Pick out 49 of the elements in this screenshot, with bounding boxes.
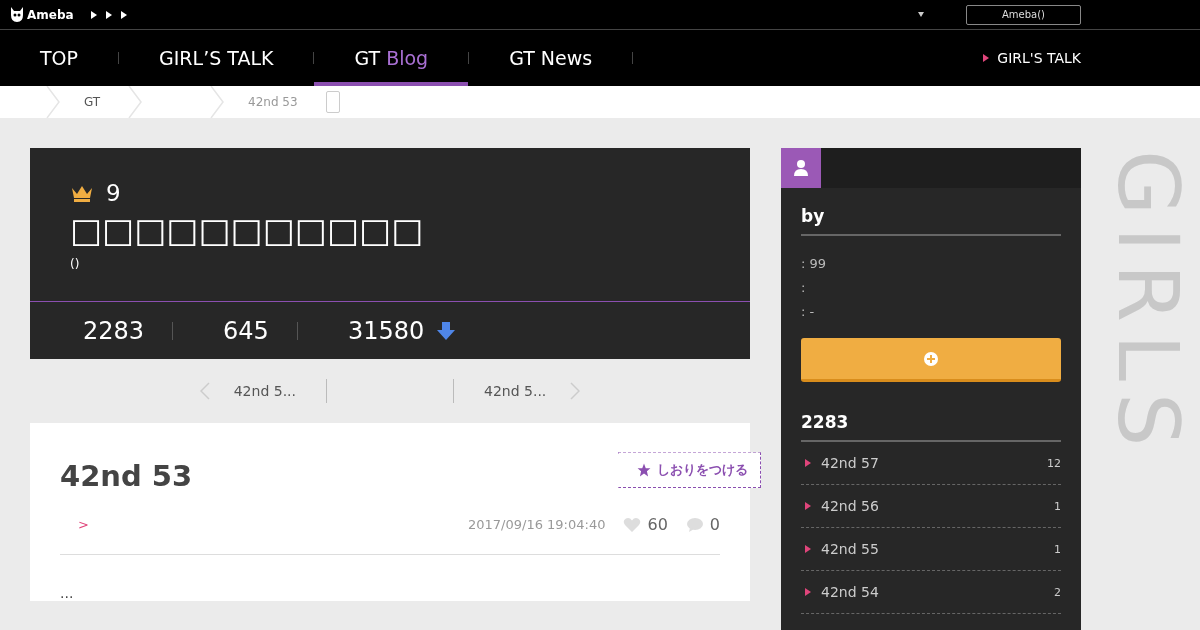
triangle-icon xyxy=(983,54,990,62)
sidebar-heading: by xyxy=(801,206,1061,236)
nav-link[interactable]: GIRL'S TALK xyxy=(997,50,1081,66)
article-title: 42nd 53 xyxy=(60,459,193,494)
next-post-link[interactable]: 42nd 5... xyxy=(454,382,611,401)
chevron-icon xyxy=(46,86,60,118)
article-body: ... xyxy=(60,584,75,602)
like-count: 60 xyxy=(647,515,668,535)
profile-info: : 99 xyxy=(801,255,828,273)
heart-icon xyxy=(623,516,642,533)
stat-count: 2283 xyxy=(83,316,145,345)
entry-link[interactable]: 42nd 56 1 xyxy=(801,485,1061,528)
chevron-left-icon xyxy=(199,382,210,401)
triangle-icon xyxy=(805,545,811,553)
comment-icon xyxy=(685,516,704,533)
triangle-icon xyxy=(805,502,811,510)
entry-link[interactable]: 42nd 54 2 xyxy=(801,571,1061,614)
plus-circle-icon xyxy=(924,351,938,366)
post-date: 2017/09/16 19:04:40 xyxy=(468,517,606,533)
chevron-right-icon xyxy=(570,382,581,401)
breadcrumb-link[interactable]: GT xyxy=(66,95,122,109)
triangle-icon xyxy=(805,459,811,467)
entry-link[interactable]: 42nd 57 12 xyxy=(801,442,1061,485)
bookmark-button[interactable]: しおりをつける xyxy=(618,452,761,489)
dropdown-caret-icon[interactable] xyxy=(918,12,924,17)
logo[interactable]: Ameba xyxy=(10,5,74,24)
nav-tab[interactable]: GIRL’S TALK xyxy=(119,30,314,86)
user-icon xyxy=(781,148,821,188)
down-arrow-icon xyxy=(436,320,457,341)
blog-title: □□□□□□□□□□□ xyxy=(70,212,425,250)
previous-post-link[interactable]: 42nd 5... xyxy=(169,382,326,401)
category-link[interactable]: > xyxy=(78,517,89,533)
blog-subtitle: () xyxy=(70,257,81,272)
profile-info: : xyxy=(801,279,807,297)
sidebar-heading: 2283 xyxy=(801,412,1061,442)
profile-info: : - xyxy=(801,303,816,321)
star-icon xyxy=(637,463,651,478)
rank-number: 9 xyxy=(106,180,121,206)
comment-count: 0 xyxy=(709,515,720,535)
stat-count: 645 xyxy=(223,316,269,345)
nav-tab[interactable]: GT News xyxy=(469,30,633,86)
chevron-icon xyxy=(128,86,142,118)
entry-link[interactable]: 42nd 55 1 xyxy=(801,528,1061,571)
triangle-icon xyxy=(805,588,811,596)
account-button[interactable]: Ameba() xyxy=(966,4,1081,25)
nav-tab[interactable]: TOP xyxy=(0,30,119,86)
stat-count: 31580 xyxy=(347,316,425,345)
chevron-icon xyxy=(210,86,224,118)
small-box-icon xyxy=(325,91,340,113)
